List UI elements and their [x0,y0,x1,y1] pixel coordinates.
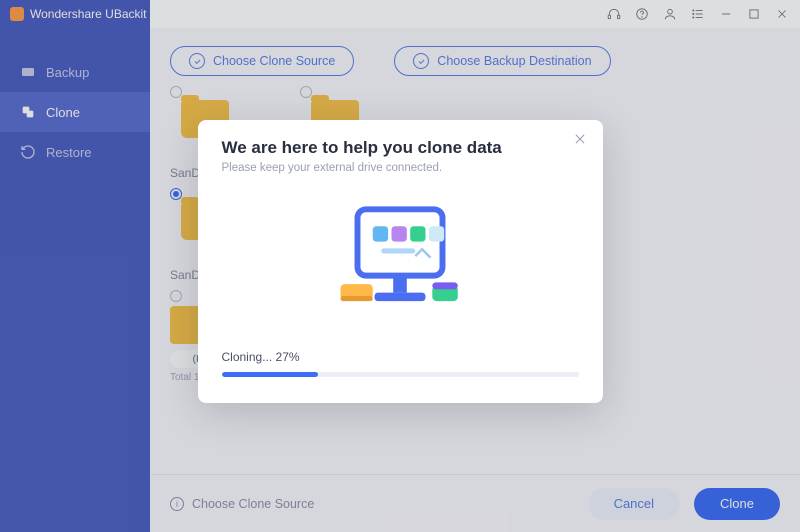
modal-title: We are here to help you clone data [222,138,579,158]
status-prefix: Cloning... [222,350,276,364]
modal-subtitle: Please keep your external drive connecte… [222,162,579,174]
status-percent: 27% [276,350,300,364]
progress-bar [222,372,579,377]
progress-bar-fill [222,372,318,377]
clone-progress-modal: We are here to help you clone data Pleas… [198,120,603,403]
modal-close-button[interactable] [573,132,589,148]
clone-status-text: Cloning... 27% [222,350,579,364]
modal-backdrop: We are here to help you clone data Pleas… [0,0,800,532]
computer-illustration-icon [222,192,579,332]
